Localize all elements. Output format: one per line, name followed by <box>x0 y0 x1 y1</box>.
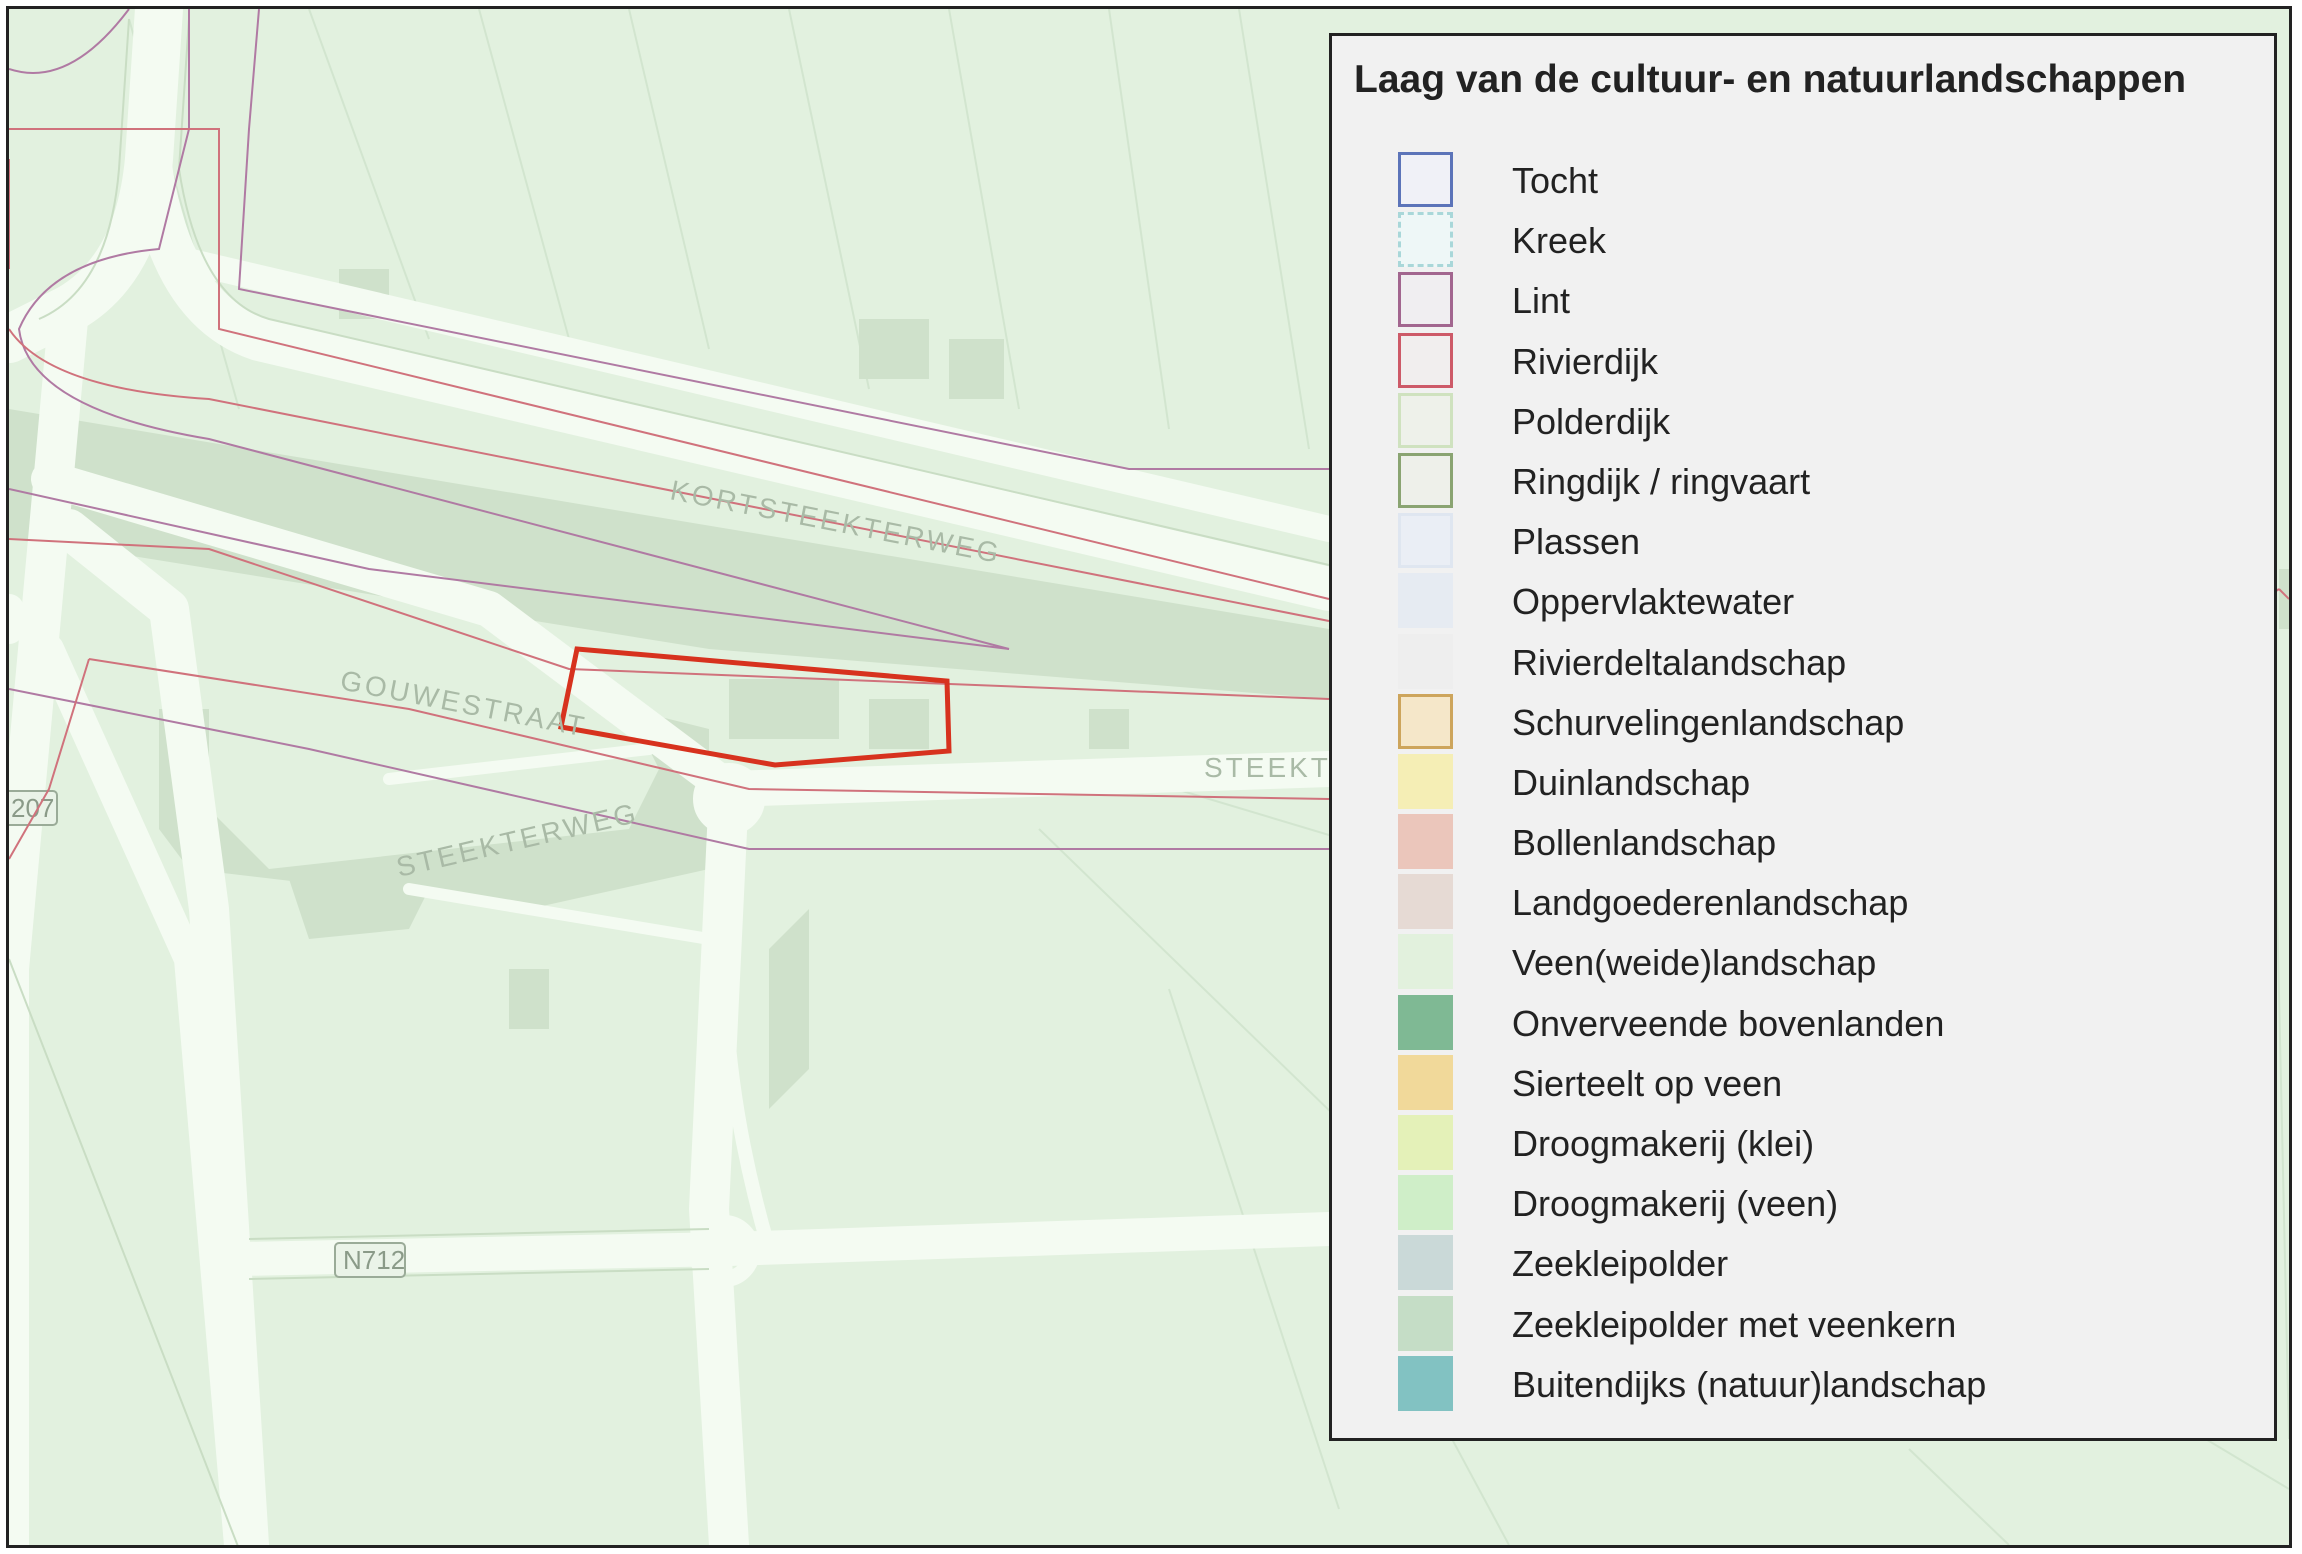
legend-swatch <box>1398 1295 1453 1351</box>
legend-swatch <box>1398 1355 1453 1411</box>
legend-label: Sierteelt op veen <box>1512 1062 1783 1104</box>
route-shield-n207: 207 <box>9 790 58 826</box>
legend-label: Ringdijk / ringvaart <box>1512 460 1811 502</box>
legend-label: Buitendijks (natuur)landschap <box>1512 1363 1987 1405</box>
legend-swatch <box>1398 753 1453 809</box>
legend-swatch <box>1398 152 1453 207</box>
legend-swatch <box>1398 573 1453 629</box>
legend-swatch <box>1398 1175 1453 1231</box>
legend-label: Rivierdijk <box>1512 340 1659 382</box>
legend-title: Laag van de cultuur- en natuurlandschapp… <box>1354 58 2187 101</box>
legend-swatch <box>1398 693 1453 749</box>
legend-label: Veen(weide)landschap <box>1512 942 1877 984</box>
map-frame: N712 207 KORTSTEEKTERWEG GOUWESTRAAT STE… <box>6 6 2292 1548</box>
legend-label: Schurvelingenlandschap <box>1512 701 1905 743</box>
legend-swatch <box>1398 994 1453 1050</box>
street-label-steekt: STEEKT <box>1204 752 1331 783</box>
legend-label: Zeekleipolder met veenkern <box>1512 1303 1957 1345</box>
legend-label: Bollenlandschap <box>1512 822 1777 864</box>
legend-label: Duinlandschap <box>1512 761 1751 803</box>
legend-label: Rivierdeltalandschap <box>1512 641 1847 683</box>
legend-label: Droogmakerij (klei) <box>1512 1123 1815 1164</box>
legend-label: Kreek <box>1512 220 1607 262</box>
legend-label: Polderdijk <box>1512 400 1671 442</box>
legend-label: Lint <box>1512 280 1571 322</box>
legend-panel: Laag van de cultuur- en natuurlandschapp… <box>1329 33 2277 1441</box>
route-label-n712: N712 <box>343 1245 405 1275</box>
route-shield-n712: N712 <box>334 1242 406 1278</box>
legend-swatch <box>1398 633 1453 689</box>
legend-swatch <box>1398 332 1453 388</box>
legend-swatch <box>1398 392 1453 448</box>
legend-swatch <box>1398 934 1453 990</box>
legend-swatch <box>1398 874 1453 930</box>
legend-label: Tocht <box>1512 160 1599 201</box>
legend-label: Oppervlaktewater <box>1512 581 1795 623</box>
legend-swatch <box>1398 452 1453 508</box>
legend-label: Onverveende bovenlanden <box>1512 1002 1945 1044</box>
legend-swatch <box>1398 212 1453 268</box>
legend-swatch <box>1398 513 1453 569</box>
legend-swatch <box>1398 814 1453 870</box>
legend-label: Droogmakerij (veen) <box>1512 1183 1839 1225</box>
legend-swatch <box>1398 1235 1453 1291</box>
legend-swatch <box>1398 1115 1453 1170</box>
legend-swatch <box>1398 272 1453 328</box>
legend-label: Landgoederenlandschap <box>1512 882 1909 924</box>
legend-label: Zeekleipolder <box>1512 1243 1729 1285</box>
legend-swatch <box>1398 1054 1453 1110</box>
legend-label: Plassen <box>1512 521 1641 563</box>
